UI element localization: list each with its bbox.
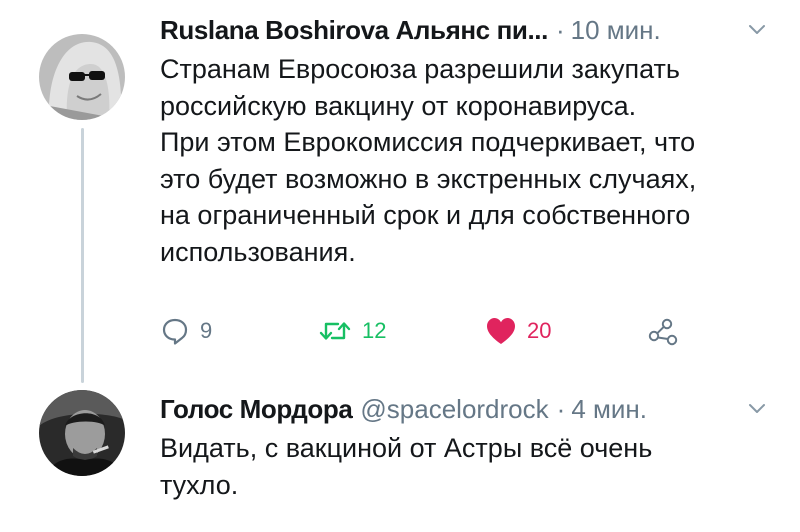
tweet-text-line: это будет возможно в экстренных случаях, xyxy=(160,163,697,194)
tweet-text-line: тухло. xyxy=(160,469,239,500)
tweet-text: Видать, с вакциной от Астры всё очень ту… xyxy=(160,430,790,503)
tweet-actions: 9 12 20 xyxy=(160,311,720,351)
separator-dot: · xyxy=(556,393,566,424)
reply-icon xyxy=(162,318,188,345)
author-handle[interactable]: @spacelordrock xyxy=(360,394,548,425)
chevron-down-icon[interactable] xyxy=(744,396,770,422)
share-icon xyxy=(648,318,678,346)
tweet-text-line: Видать, с вакциной от Астры всё очень xyxy=(160,433,653,463)
tweet-text-line: российскую вакцину от коронавируса. xyxy=(160,90,637,121)
tweet-text-line: Странам Евросоюза разрешили закупать xyxy=(160,54,680,84)
tweet-text-line: При этом Еврокомиссия подчеркивает, что xyxy=(160,127,696,157)
chevron-down-icon[interactable] xyxy=(744,17,770,43)
author-name[interactable]: Ruslana Boshirova Альянс пи... xyxy=(160,15,548,46)
tweet-header: Голос Мордора @spacelordrock · 4 мин. xyxy=(160,392,770,426)
timestamp[interactable]: 4 мин. xyxy=(571,394,647,425)
avatar[interactable] xyxy=(39,390,125,476)
like-count: 20 xyxy=(527,318,552,343)
thread-connector-line xyxy=(81,128,84,383)
like-button[interactable]: 20 xyxy=(485,311,551,351)
tweet-header: Ruslana Boshirova Альянс пи... · 10 мин. xyxy=(160,13,770,47)
reply-button[interactable]: 9 xyxy=(160,311,212,351)
avatar[interactable] xyxy=(39,34,125,120)
reply-count: 9 xyxy=(200,318,213,343)
separator-dot: · xyxy=(555,14,565,45)
tweet-text-line: использования. xyxy=(160,236,356,267)
tweet-text-line: на ограниченный срок и для собственного xyxy=(160,200,691,230)
tweet-text: Странам Евросоюза разрешили закупать рос… xyxy=(160,51,790,270)
retweet-count: 12 xyxy=(362,318,387,343)
avatar-image xyxy=(39,390,125,476)
tweet[interactable]: Голос Мордора @spacelordrock · 4 мин. Ви… xyxy=(0,370,800,532)
tweet[interactable]: Ruslana Boshirova Альянс пи... · 10 мин.… xyxy=(0,0,800,383)
heart-icon xyxy=(487,318,515,344)
author-name[interactable]: Голос Мордора xyxy=(160,394,353,425)
timestamp[interactable]: 10 мин. xyxy=(571,15,661,46)
share-button[interactable] xyxy=(647,311,679,351)
retweet-button[interactable]: 12 xyxy=(318,311,386,351)
avatar-image xyxy=(39,34,125,120)
retweet-icon xyxy=(319,322,351,340)
